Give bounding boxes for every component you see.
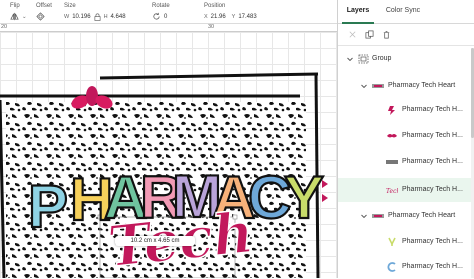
- design-canvas[interactable]: PHARMACY Tech 10.2 cm x 4.65 cm: [0, 32, 337, 278]
- pharmacy-letter: P: [28, 173, 68, 240]
- layer-actions: [338, 24, 474, 46]
- layer-thumbnail: Tech: [386, 188, 398, 195]
- svg-text:Tech: Tech: [386, 188, 398, 195]
- delete-icon[interactable]: [382, 30, 391, 39]
- layer-thumbnail: [372, 84, 384, 88]
- layer-label: Pharmacy Tech Heart: [388, 82, 456, 89]
- layer-thumbnail: [387, 262, 396, 272]
- flip-label: Flip: [10, 3, 20, 9]
- layer-row[interactable]: Pharmacy Tech H...: [338, 98, 474, 122]
- tab-color-sync[interactable]: Color Sync: [378, 0, 428, 23]
- chevron-down-icon[interactable]: [360, 82, 368, 90]
- layer-label: Pharmacy Tech H...: [402, 263, 463, 270]
- ruler-mark: 30: [208, 24, 215, 30]
- layer-row[interactable]: Pharmacy Tech H...: [338, 124, 474, 148]
- panel-tabs: Layers Color Sync: [338, 0, 474, 24]
- position-group: Position X 21.96 Y 17.483: [204, 2, 257, 23]
- rotate-icon: [153, 12, 160, 20]
- layer-label: Pharmacy Tech H...: [402, 158, 463, 165]
- layer-row[interactable]: Pharmacy Tech H...: [338, 150, 474, 174]
- size-width-input[interactable]: 10.196: [72, 14, 90, 20]
- chevron-down-icon[interactable]: [360, 212, 368, 220]
- pharmacy-letter: Y: [284, 164, 324, 231]
- rotate-group: Rotate 0: [152, 2, 182, 23]
- layer-group-row[interactable]: Group: [338, 47, 474, 71]
- layer-row[interactable]: Pharmacy Tech H...: [338, 255, 474, 279]
- dimension-chip: 10.2 cm x 4.65 cm: [115, 236, 195, 246]
- layer-row[interactable]: Pharmacy Tech H...: [338, 230, 474, 254]
- flip-group: Flip ⌄: [10, 2, 27, 23]
- offset-label: Offset: [36, 3, 52, 9]
- position-y-input[interactable]: 17.483: [238, 14, 256, 20]
- layer-label: Pharmacy Tech H...: [402, 186, 463, 193]
- position-x-input[interactable]: 21.96: [211, 14, 229, 20]
- layer-thumbnail: [388, 237, 396, 246]
- position-label: Position: [204, 3, 226, 9]
- layer-label: Pharmacy Tech Heart: [388, 212, 456, 219]
- layer-thumbnail: [386, 160, 398, 164]
- tab-layers[interactable]: Layers: [338, 0, 378, 24]
- size-group: Size W 10.196 H 4.648: [64, 2, 129, 23]
- layer-group-row[interactable]: Pharmacy Tech Heart: [338, 74, 474, 98]
- layer-thumbnail: [388, 106, 395, 115]
- layer-group-row[interactable]: Pharmacy Tech Heart: [338, 204, 474, 228]
- edit-toolbar: Flip ⌄ Offset Size W 10.196 H 4.648 Rota…: [0, 0, 337, 24]
- size-label: Size: [64, 3, 76, 9]
- ungroup-icon[interactable]: [348, 30, 357, 39]
- ruler-mark: 20: [1, 24, 8, 30]
- layer-label: Pharmacy Tech H...: [402, 238, 463, 245]
- layers-panel: Layers Color Sync Group Pharmacy Tech Hea…: [337, 0, 474, 278]
- layer-thumbnail: [387, 134, 397, 138]
- offset-icon[interactable]: [36, 12, 45, 21]
- layer-thumbnail: [372, 214, 384, 218]
- offset-group: Offset: [36, 2, 52, 23]
- duplicate-icon[interactable]: [365, 30, 374, 39]
- layer-label: Group: [372, 55, 392, 62]
- flip-dropdown-icon[interactable]: ⌄: [22, 14, 27, 20]
- layer-row[interactable]: Tech Pharmacy Tech H...: [338, 178, 474, 202]
- rotate-input[interactable]: 0: [164, 14, 182, 20]
- group-icon: [358, 54, 369, 64]
- size-height-input[interactable]: 4.648: [111, 14, 129, 20]
- layer-label: Pharmacy Tech H...: [402, 132, 463, 139]
- size-h-prefix: H: [103, 13, 108, 20]
- lock-icon[interactable]: [94, 13, 101, 21]
- flip-icon[interactable]: [10, 12, 19, 21]
- rotate-label: Rotate: [152, 3, 170, 9]
- pos-x-prefix: X: [204, 13, 208, 20]
- pos-y-prefix: Y: [231, 13, 236, 20]
- layer-label: Pharmacy Tech H...: [402, 106, 463, 113]
- horizontal-ruler: 20 30: [0, 24, 337, 32]
- size-w-prefix: W: [64, 13, 70, 20]
- chevron-down-icon[interactable]: [346, 55, 354, 63]
